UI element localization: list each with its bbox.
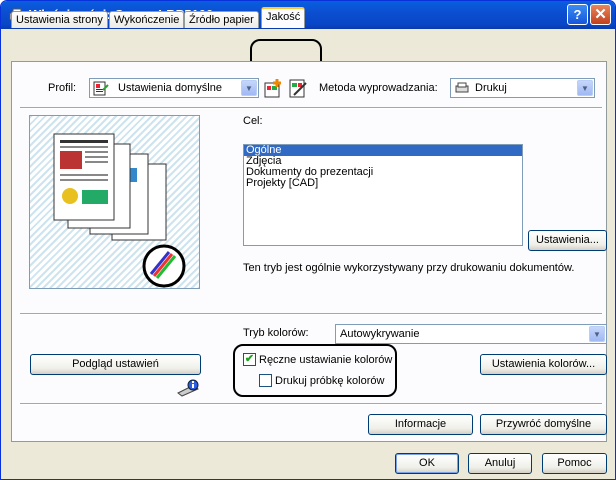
divider [20, 107, 602, 109]
preview-settings-button[interactable]: Podgląd ustawień [30, 354, 201, 375]
tab-page-setup[interactable]: Ustawienia strony [11, 11, 108, 28]
tab-finishing[interactable]: Wykończenie [109, 11, 185, 28]
color-settings-button[interactable]: Ustawienia kolorów... [480, 354, 607, 375]
edit-profile-icon[interactable] [288, 77, 310, 99]
ok-button[interactable]: OK [395, 453, 459, 474]
chevron-down-icon: ▼ [241, 80, 257, 96]
info-device-icon[interactable] [176, 379, 200, 397]
info-button[interactable]: Informacje [368, 414, 473, 435]
preview-document-image [53, 133, 186, 288]
add-profile-icon[interactable] [263, 77, 285, 99]
profile-label: Profil: [48, 82, 77, 94]
target-list[interactable]: Ogólne Zdjęcia Dokumenty do prezentacji … [243, 144, 523, 246]
output-method-label: Metoda wyprowadzania: [319, 82, 438, 94]
output-method-value: Drukuj [475, 82, 507, 94]
target-label: Cel: [243, 115, 263, 127]
list-item[interactable]: Projekty [CAD] [244, 178, 522, 189]
target-description: Ten tryb jest ogólnie wykorzystywany prz… [243, 262, 575, 274]
profile-icon [93, 81, 109, 96]
output-method-select[interactable]: Drukuj ▼ [450, 78, 595, 98]
color-mode-select[interactable]: Autowykrywanie ▼ [335, 324, 607, 344]
printer-icon [455, 82, 469, 93]
color-mode-value: Autowykrywanie [340, 328, 420, 340]
color-options-callout [233, 344, 397, 397]
chevron-down-icon: ▼ [589, 326, 605, 342]
help-button[interactable]: Pomoc [542, 453, 607, 474]
close-button[interactable]: ✕ [590, 4, 611, 25]
target-settings-button[interactable]: Ustawienia... [528, 230, 607, 251]
color-mode-label: Tryb kolorów: [243, 327, 309, 339]
list-item[interactable]: Ogólne [244, 145, 522, 156]
divider [20, 313, 602, 315]
profile-select[interactable]: Ustawienia domyślne ▼ [89, 78, 259, 98]
chevron-down-icon: ▼ [577, 80, 593, 96]
print-preview [29, 115, 200, 289]
divider [20, 403, 602, 405]
profile-value: Ustawienia domyślne [118, 82, 222, 94]
restore-defaults-button[interactable]: Przywróć domyślne [480, 414, 607, 435]
tab-paper-source[interactable]: Źródło papier [184, 11, 259, 28]
cancel-button[interactable]: Anuluj [468, 453, 532, 474]
tab-quality[interactable]: Jakość [261, 7, 306, 28]
properties-dialog: Właściwości: Canon LBP5100 ? ✕ Ustawieni… [0, 0, 616, 480]
help-title-button[interactable]: ? [567, 4, 588, 25]
